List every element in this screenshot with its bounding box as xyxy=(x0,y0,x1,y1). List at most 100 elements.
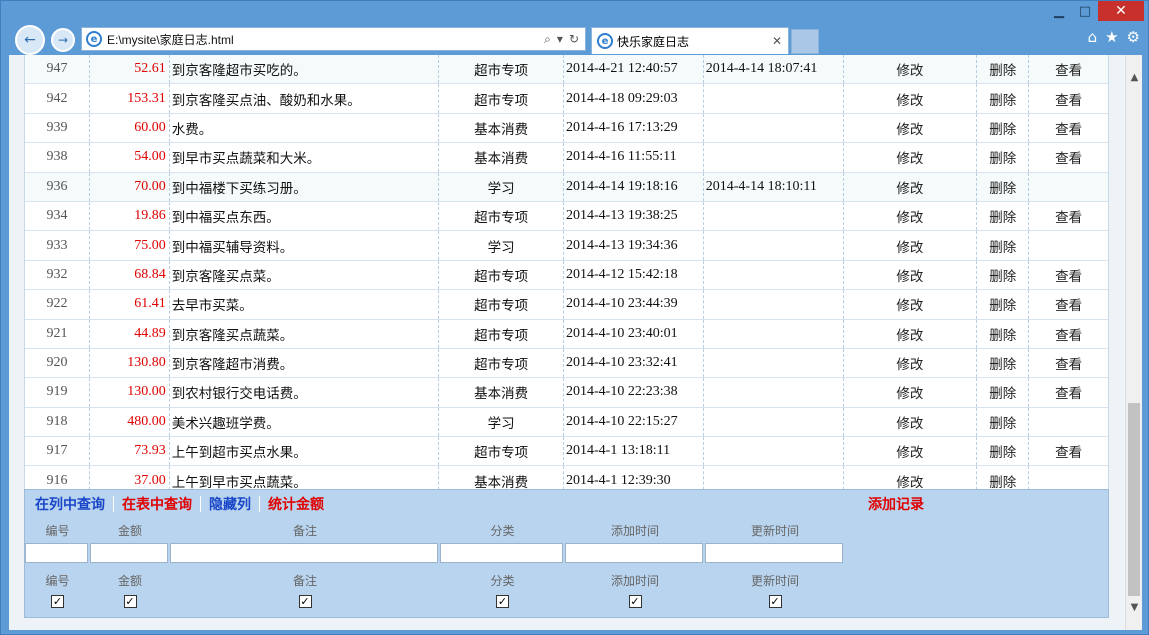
edit-link[interactable]: 修改 xyxy=(844,231,978,260)
delete-link[interactable]: 删除 xyxy=(977,113,1030,143)
view-link[interactable]: 查看 xyxy=(1029,320,1108,348)
delete-link[interactable]: 删除 xyxy=(977,231,1030,260)
cell-updated-time xyxy=(704,201,844,231)
refresh-icon[interactable]: ↻ xyxy=(569,32,579,47)
cell-note: 水费。 xyxy=(170,113,440,143)
view-link[interactable]: 查看 xyxy=(1029,143,1108,171)
cell-category: 学习 xyxy=(439,231,564,260)
scroll-up-icon[interactable]: ▲ xyxy=(1126,69,1142,86)
view-link[interactable]: 查看 xyxy=(1029,437,1108,465)
view-link[interactable]: 查看 xyxy=(1029,84,1108,112)
edit-link[interactable]: 修改 xyxy=(844,84,978,113)
close-button[interactable]: ✕ xyxy=(1098,1,1144,21)
scroll-thumb[interactable] xyxy=(1128,403,1140,596)
delete-link[interactable]: 删除 xyxy=(977,348,1030,378)
cell-category: 基本消费 xyxy=(439,113,564,143)
cell-note: 去早市买菜。 xyxy=(170,290,440,319)
col-label-added: 添加时间 xyxy=(610,573,659,588)
edit-link[interactable]: 修改 xyxy=(844,201,978,231)
edit-link[interactable]: 修改 xyxy=(844,290,978,319)
view-link[interactable]: 查看 xyxy=(1029,290,1108,318)
table-row: 938 54.00 到早市买点蔬菜和大米。 基本消费 2014-4-16 11:55:1… xyxy=(25,143,1108,173)
cell-id: 920 xyxy=(25,348,90,378)
checkbox-id[interactable]: ✓ xyxy=(51,594,64,608)
edit-link[interactable]: 修改 xyxy=(844,348,978,378)
edit-link[interactable]: 修改 xyxy=(844,319,978,348)
tab-close-icon[interactable]: ✕ xyxy=(772,34,788,48)
cell-note: 美术兴趣班学费。 xyxy=(170,407,440,437)
add-record-link[interactable]: 添加记录 xyxy=(868,494,924,514)
checkbox-note[interactable]: ✓ xyxy=(298,594,312,608)
back-button[interactable]: ← xyxy=(15,25,45,55)
cell-updated-time xyxy=(704,260,844,290)
delete-link[interactable]: 删除 xyxy=(977,290,1030,319)
view-link[interactable]: 查看 xyxy=(1029,378,1108,406)
dropdown-icon[interactable]: ▾ xyxy=(557,32,563,47)
search-icon[interactable]: ⌕ xyxy=(544,32,551,47)
delete-link[interactable]: 删除 xyxy=(977,437,1030,466)
search-in-column-link[interactable]: 在列中查询 xyxy=(35,494,105,514)
new-tab-button[interactable] xyxy=(791,29,819,54)
delete-link[interactable]: 删除 xyxy=(977,172,1030,201)
view-link[interactable]: 查看 xyxy=(1029,114,1108,142)
table-row: 932 68.84 到京客隆买点菜。 超市专项 2014-4-12 15:42:18 修改… xyxy=(25,260,1108,291)
checkbox-category[interactable]: ✓ xyxy=(496,594,509,608)
delete-link[interactable]: 删除 xyxy=(977,201,1030,231)
edit-link[interactable]: 修改 xyxy=(844,55,978,84)
cell-updated-time xyxy=(704,378,844,407)
maximize-button[interactable]: □ xyxy=(1072,1,1098,21)
cell-amount: 153.31 xyxy=(90,84,170,113)
address-bar[interactable]: e E:\mysite\家庭日志.html ⌕ ▾ ↻ xyxy=(81,27,586,51)
delete-link[interactable]: 删除 xyxy=(977,407,1030,437)
cell-id: 921 xyxy=(25,319,90,348)
edit-link[interactable]: 修改 xyxy=(844,172,978,201)
view-link[interactable]: 查看 xyxy=(1029,349,1108,377)
cell-id: 922 xyxy=(25,290,90,319)
edit-link[interactable]: 修改 xyxy=(844,143,978,172)
settings-icon[interactable]: ⚙ xyxy=(1127,28,1140,46)
cell-updated-time: 2014-4-14 18:10:11 xyxy=(704,172,844,201)
search-in-table-link[interactable]: 在表中查询 xyxy=(122,494,192,514)
delete-link[interactable]: 删除 xyxy=(977,84,1030,113)
edit-link[interactable]: 修改 xyxy=(844,113,978,143)
cell-note: 到早市买点蔬菜和大米。 xyxy=(170,143,440,172)
forward-button[interactable]: → xyxy=(51,28,75,52)
view-link[interactable]: 查看 xyxy=(1029,55,1108,83)
cell-id: 917 xyxy=(25,437,90,466)
cell-updated-time xyxy=(704,84,844,113)
cell-added-time: 2014-4-10 22:15:27 xyxy=(564,407,704,437)
edit-link[interactable]: 修改 xyxy=(844,437,978,466)
note-input[interactable] xyxy=(170,543,438,563)
cell-note: 到中福买辅导资料。 xyxy=(170,231,440,260)
edit-link[interactable]: 修改 xyxy=(844,407,978,437)
table-row: 936 70.00 到中福楼下买练习册。 学习 2014-4-14 19:18:16 20… xyxy=(25,172,1108,202)
amount-input[interactable] xyxy=(90,543,168,563)
checkbox-added[interactable]: ✓ xyxy=(628,594,642,608)
delete-link[interactable]: 删除 xyxy=(977,319,1030,348)
scroll-down-icon[interactable]: ▼ xyxy=(1126,599,1142,616)
input-labels-row: 编号 金额 备注 分类 添加时间 更新时间 xyxy=(25,521,845,539)
vertical-scrollbar[interactable]: ▲ ▼ xyxy=(1125,55,1142,630)
added-time-input[interactable] xyxy=(565,543,703,563)
favorites-icon[interactable]: ★ xyxy=(1105,28,1118,46)
updated-time-input[interactable] xyxy=(705,543,843,563)
hide-columns-link[interactable]: 隐藏列 xyxy=(209,494,251,514)
minimize-button[interactable]: ▁ xyxy=(1046,1,1072,21)
view-link xyxy=(1029,231,1108,259)
tab-active[interactable]: e 快乐家庭日志 ✕ xyxy=(591,27,789,54)
edit-link[interactable]: 修改 xyxy=(844,260,978,290)
delete-link[interactable]: 删除 xyxy=(977,260,1030,290)
home-icon[interactable]: ⌂ xyxy=(1088,28,1098,46)
checkbox-updated[interactable]: ✓ xyxy=(768,594,782,608)
id-input[interactable] xyxy=(25,543,88,563)
category-input[interactable] xyxy=(440,543,563,563)
delete-link[interactable]: 删除 xyxy=(977,55,1030,84)
delete-link[interactable]: 删除 xyxy=(977,378,1030,407)
sum-amount-link[interactable]: 统计金额 xyxy=(268,494,324,514)
edit-link[interactable]: 修改 xyxy=(844,378,978,407)
view-link[interactable]: 查看 xyxy=(1029,202,1108,230)
delete-link[interactable]: 删除 xyxy=(977,143,1030,172)
cell-note: 到京客隆买点菜。 xyxy=(170,260,440,290)
view-link[interactable]: 查看 xyxy=(1029,261,1108,289)
checkbox-amount[interactable]: ✓ xyxy=(123,594,137,608)
